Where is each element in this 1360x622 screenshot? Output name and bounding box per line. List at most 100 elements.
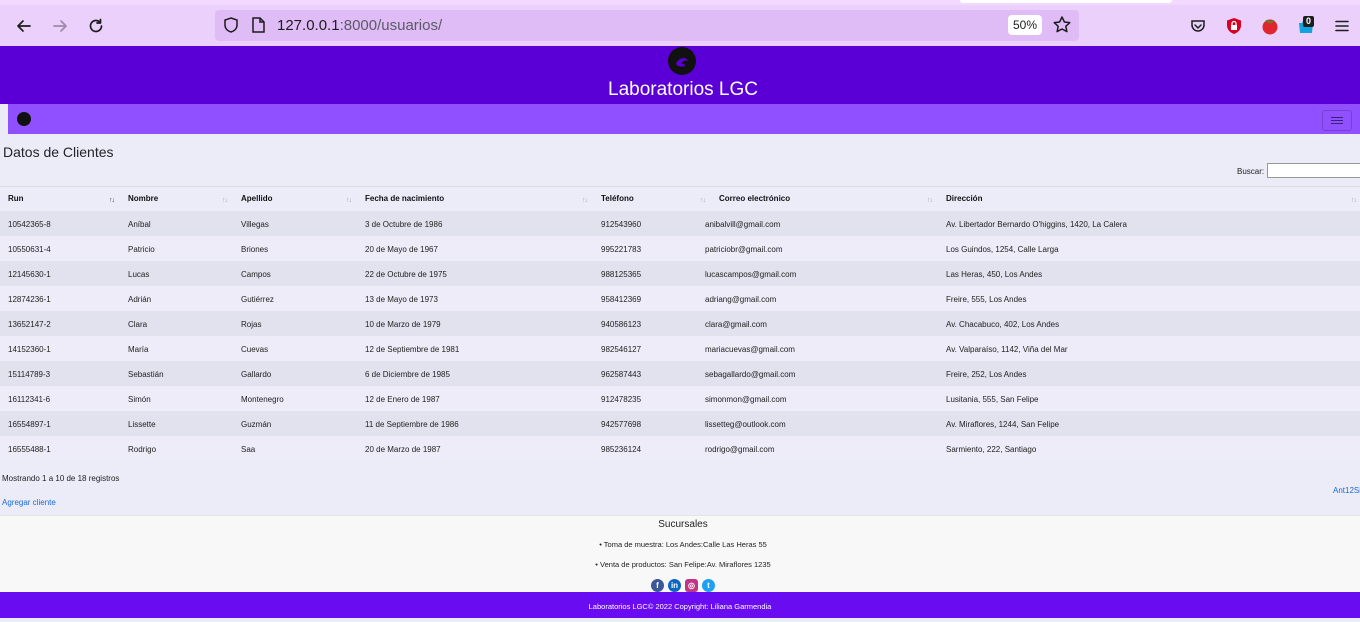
pagination[interactable]: Ant12Si [1333, 486, 1360, 495]
twitter-icon[interactable]: t [702, 579, 715, 592]
sort-icon[interactable]: ↑↓ [109, 197, 115, 204]
cell-nombre: Clara [128, 320, 148, 329]
sort-icon[interactable]: ↑↓ [582, 197, 588, 204]
cell-direccion: Av. Valparaíso, 1142, Viña del Mar [946, 345, 1068, 354]
column-header-apellido[interactable]: Apellido [241, 194, 273, 203]
column-header-fecha[interactable]: Fecha de nacimiento [365, 194, 444, 203]
search-input[interactable] [1267, 163, 1360, 178]
column-header-telefono[interactable]: Teléfono [601, 194, 634, 203]
cell-apellido: Gallardo [241, 370, 272, 379]
page-info-icon[interactable] [249, 15, 267, 35]
cell-fecha: 11 de Septiembre de 1986 [365, 420, 459, 429]
copyright-bar: Laboratorios LGC© 2022 Copyright: Lilian… [0, 592, 1360, 618]
table-row: 16554897-1 Lissette Guzmán 11 de Septiembre… [0, 411, 1360, 436]
reload-button[interactable] [82, 13, 110, 39]
sort-icon[interactable]: ↑↓ [346, 197, 352, 204]
cell-fecha: 13 de Mayo de 1973 [365, 295, 438, 304]
cell-apellido: Saa [241, 445, 256, 454]
cell-telefono: 988125365 [601, 270, 642, 279]
cell-nombre: Lucas [128, 270, 150, 279]
cell-telefono: 962587443 [601, 370, 642, 379]
cell-fecha: 12 de Septiembre de 1981 [365, 345, 460, 354]
url-path: :8000/usuarios/ [339, 17, 443, 34]
cell-fecha: 10 de Marzo de 1979 [365, 320, 441, 329]
table-row: 10542365-8 Aníbal Villegas 3 de Octubre de … [0, 211, 1360, 236]
cell-run: 10542365-8 [8, 220, 51, 229]
cell-nombre: Sebastián [128, 370, 164, 379]
cell-run: 16112341-6 [8, 395, 51, 404]
url-host: 127.0.0.1 [277, 17, 340, 34]
cell-correo: patriciobr@gmail.com [705, 245, 783, 254]
shield-icon[interactable] [221, 15, 241, 35]
hamburger-menu-icon[interactable] [1333, 17, 1351, 35]
extension-badge: 0 [1303, 16, 1315, 27]
add-client-link[interactable]: Agregar cliente [2, 498, 56, 507]
pocket-icon[interactable] [1189, 17, 1207, 35]
table-row: 16555488-1 Rodrigo Saa 20 de Marzo de 1987 9… [0, 436, 1360, 461]
footer: Sucursales Toma de muestra: Los Andes:Ca… [0, 515, 1360, 593]
cell-apellido: Gutiérrez [241, 295, 274, 304]
sort-icon[interactable]: ↑↓ [1351, 197, 1357, 204]
cell-apellido: Guzmán [241, 420, 272, 429]
cell-run: 16554897-1 [8, 420, 51, 429]
sort-icon[interactable]: ↑↓ [222, 197, 228, 204]
navbar-brand-icon[interactable] [17, 112, 31, 126]
cell-direccion: Freire, 555, Los Andes [946, 295, 1027, 304]
logo-swirl-icon [676, 58, 688, 67]
cell-telefono: 940586123 [601, 320, 642, 329]
cell-direccion: Lusitania, 555, San Felipe [946, 395, 1039, 404]
cell-run: 12874236-1 [8, 295, 51, 304]
forward-button[interactable] [46, 13, 74, 39]
cell-nombre: Aníbal [128, 220, 151, 229]
cell-telefono: 912543960 [601, 220, 642, 229]
column-header-nombre[interactable]: Nombre [128, 194, 158, 203]
cell-correo: lissetteg@outlook.com [705, 420, 786, 429]
zoom-level-button[interactable]: 50% [1008, 15, 1042, 35]
cell-correo: sebagallardo@gmail.com [705, 370, 796, 379]
cell-telefono: 958412369 [601, 295, 642, 304]
social-links: f in ◎ t [651, 579, 715, 592]
cell-nombre: Simón [128, 395, 151, 404]
cell-telefono: 982546127 [601, 345, 642, 354]
cell-direccion: Los Guindos, 1254, Calle Larga [946, 245, 1059, 254]
ublock-shield-icon[interactable] [1225, 17, 1243, 35]
cell-direccion: Freire, 252, Los Andes [946, 370, 1027, 379]
cell-fecha: 20 de Marzo de 1987 [365, 445, 441, 454]
cell-direccion: Av. Chacabuco, 402, Los Andes [946, 320, 1060, 329]
instagram-icon[interactable]: ◎ [685, 579, 698, 592]
site-logo-icon [668, 47, 696, 75]
cell-nombre: Adrián [128, 295, 152, 304]
cell-apellido: Campos [241, 270, 271, 279]
linkedin-icon[interactable]: in [668, 579, 681, 592]
sort-icon[interactable]: ↑↓ [927, 197, 933, 204]
sucursales-title: Sucursales [658, 519, 708, 530]
cell-fecha: 20 de Mayo de 1967 [365, 245, 438, 254]
cell-nombre: Lissette [128, 420, 156, 429]
facebook-icon[interactable]: f [651, 579, 664, 592]
tomato-extension-icon[interactable] [1261, 17, 1279, 35]
search-label: Buscar: [1237, 167, 1265, 176]
table-row: 10550631-4 Patricio Briones 20 de Mayo de 1… [0, 236, 1360, 261]
back-button[interactable] [10, 13, 38, 39]
address-bar[interactable]: 127.0.0.1:8000/usuarios/ 50% [215, 10, 1079, 41]
bookmark-star-icon[interactable] [1051, 14, 1073, 36]
cell-run: 15114789-3 [8, 370, 51, 379]
navbar-toggler-button[interactable] [1322, 110, 1352, 131]
cell-correo: adriang@gmail.com [705, 295, 777, 304]
cell-run: 12145630-1 [8, 270, 51, 279]
column-header-direccion[interactable]: Dirección [946, 194, 982, 203]
cell-apellido: Rojas [241, 320, 262, 329]
sort-icon[interactable]: ↑↓ [700, 197, 706, 204]
column-header-run[interactable]: Run [8, 194, 24, 203]
table-row: 14152360-1 María Cuevas 12 de Septiembre de… [0, 336, 1360, 361]
cell-telefono: 995221783 [601, 245, 642, 254]
cell-run: 14152360-1 [8, 345, 51, 354]
cell-correo: rodrigo@gmail.com [705, 445, 775, 454]
column-header-correo[interactable]: Correo electrónico [719, 194, 790, 203]
table-row: 13652147-2 Clara Rojas 10 de Marzo de 1979 9… [0, 311, 1360, 336]
url-text[interactable]: 127.0.0.1:8000/usuarios/ [277, 17, 442, 34]
table-row: 12874236-1 Adrián Gutiérrez 13 de Mayo de 1… [0, 286, 1360, 311]
browser-tab-edge[interactable] [960, 0, 1172, 3]
table-row: 16112341-6 Simón Montenegro 12 de Enero de … [0, 386, 1360, 411]
cell-apellido: Villegas [241, 220, 269, 229]
